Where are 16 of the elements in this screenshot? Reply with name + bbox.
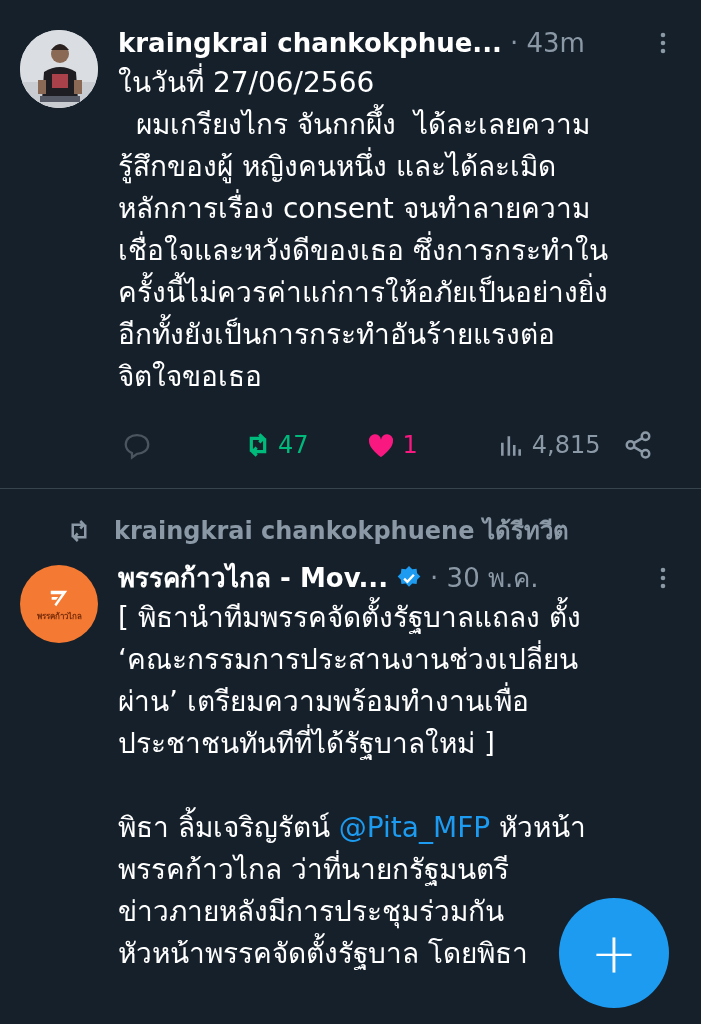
more-options-icon bbox=[659, 566, 667, 590]
view-count: 4,815 bbox=[531, 430, 601, 461]
retweeted-by-text: kraingkrai chankokphuene ได้รีทวีต bbox=[114, 516, 569, 547]
mention-link[interactable]: @Pita_MFP bbox=[338, 811, 491, 844]
compose-button[interactable]: + bbox=[559, 898, 669, 1008]
like-count: 1 bbox=[402, 430, 418, 461]
logo-text: พรรคก้าวไกล bbox=[36, 613, 82, 621]
tweet-text: [ พิธานำทีมพรรคจัดตั้งรัฐบาลแถลง ตั้ง ‘คณะกรรมการประสานงานช่วงเปลี่ยน ผ่าน’ เตรียมความพร้อมทำงานเพื่อ ประชาชนทันทีที่ได้รัฐบาลใหม่ ] bbox=[118, 597, 581, 765]
more-options-icon bbox=[659, 31, 667, 55]
tweet-time: · 43m bbox=[509, 26, 585, 60]
tweet-time: · 30 พ.ค. bbox=[430, 561, 539, 595]
author-name[interactable]: พรรคก้าวไกล - Mov... bbox=[118, 558, 389, 598]
retweet-count: 47 bbox=[278, 430, 309, 461]
party-logo-avatar[interactable]: พรรคก้าวไกล bbox=[20, 565, 98, 643]
tweet-text: ในวันที่ 27/06/2566 ผมเกรียงไกร จันกกผึ้ง ได้ละเลยความ รู้สึกของผู้ หญิงคนหนึ่ง และได้ละเมิด หลักการเรื่อง consent จนทำลายความ เชื่อใจและหวังดีของเธอ ซึ่งการกระทำใน ครั้งนี้ไม่ควรค่าแก่การให้อภัยเป็นอย่างยิ่ง อีกทั้งยังเป็นการกระทำอันร้ายแรงต่อ จิตใจขอเธอ bbox=[118, 62, 608, 398]
author-name[interactable]: kraingkrai chankokphue... bbox=[118, 23, 502, 63]
